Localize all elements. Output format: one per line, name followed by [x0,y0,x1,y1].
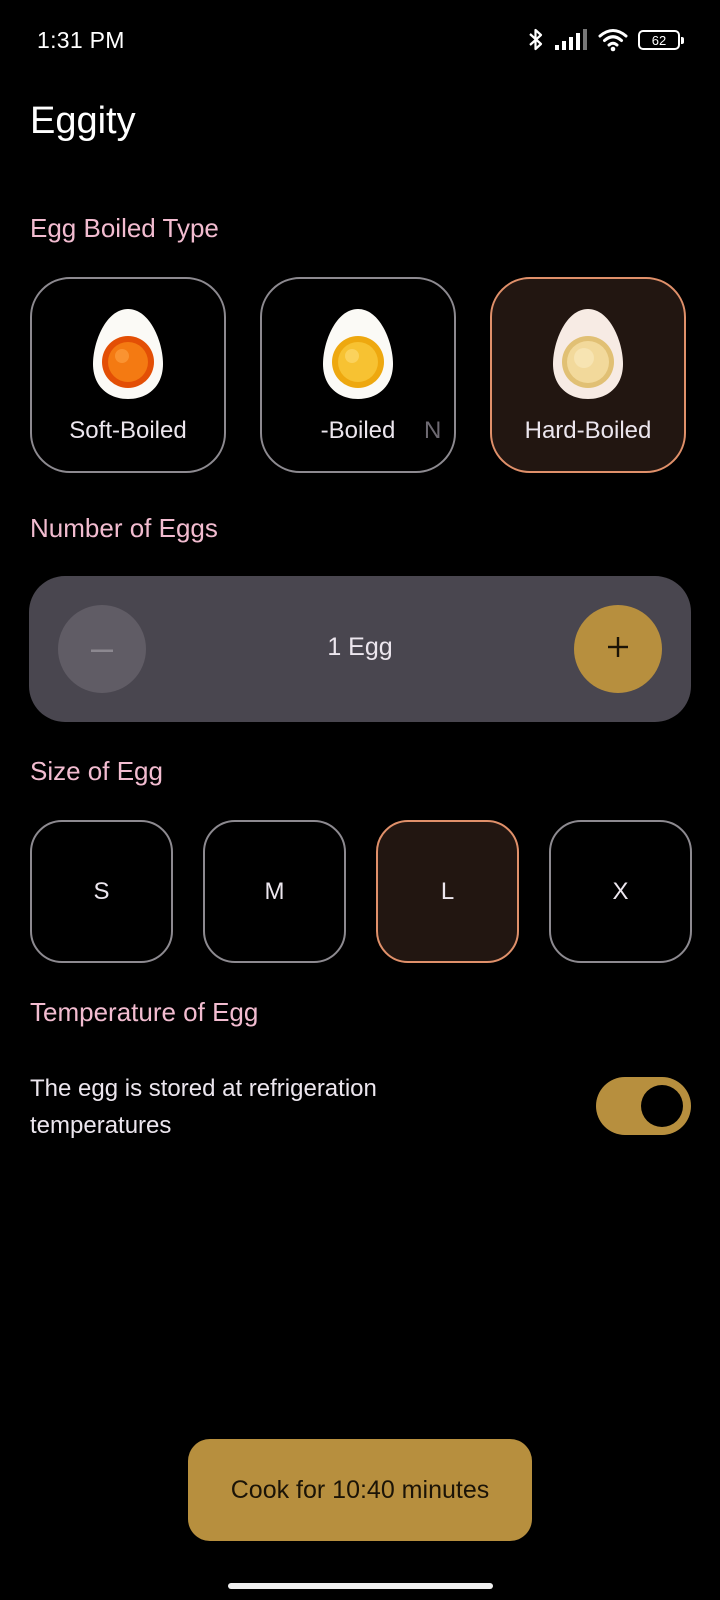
egg-size-heading: Size of Egg [30,756,163,786]
boiled-type-label: Hard-Boiled [524,417,652,444]
medium-boiled-egg-icon [320,306,396,407]
size-option-x[interactable]: X [549,820,692,963]
size-option-s[interactable]: S [30,820,173,963]
boiled-type-trailing-text: N [424,417,442,444]
boiled-type-option-hard[interactable]: Hard-Boiled [490,277,686,473]
temperature-heading: Temperature of Egg [30,997,259,1027]
battery-level: 62 [651,32,667,48]
size-label: S [93,877,110,905]
boiled-type-option-medium[interactable]: -Boiled N [260,277,456,473]
egg-count-stepper: 1 Egg [29,576,691,722]
battery-icon: 62 [638,30,684,50]
cook-button-label: Cook for 10:40 minutes [230,1475,490,1504]
size-label: X [612,877,629,905]
size-option-l[interactable]: L [376,820,519,963]
cook-button[interactable]: Cook for 10:40 minutes [188,1439,532,1541]
size-label: L [440,877,455,905]
boiled-type-label: Soft-Boiled [69,417,187,444]
signal-icon [554,29,588,51]
status-time: 1:31 PM [37,27,125,53]
egg-count-heading: Number of Eggs [30,513,218,543]
refrigeration-toggle[interactable] [596,1077,691,1135]
wifi-icon [598,28,628,52]
increase-button[interactable] [574,605,662,693]
toggle-knob [641,1085,683,1127]
app-title: Eggity [30,100,136,142]
boiled-type-option-soft[interactable]: Soft-Boiled [30,277,226,473]
refrigeration-description: The egg is stored at refrigeration tempe… [30,1075,377,1139]
home-indicator[interactable] [228,1583,493,1589]
size-option-m[interactable]: M [203,820,346,963]
bluetooth-icon [528,27,544,53]
boiled-type-heading: Egg Boiled Type [30,213,219,243]
size-label: M [264,877,285,905]
status-icons: 62 [528,26,684,54]
hard-boiled-egg-icon [550,306,626,407]
plus-icon [608,636,628,662]
status-bar: 1:31 PM 62 [0,0,720,82]
soft-boiled-egg-icon [90,306,166,407]
